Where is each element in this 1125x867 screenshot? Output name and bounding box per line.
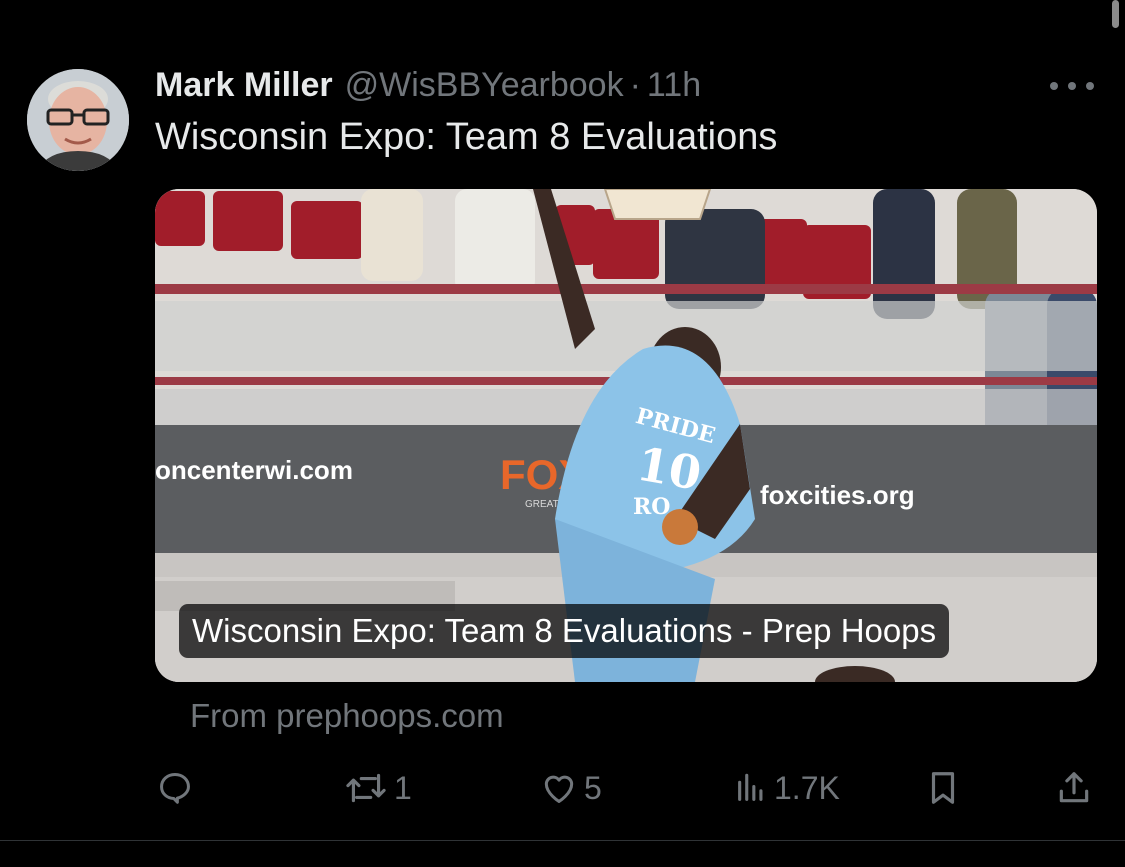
tweet-text: Wisconsin Expo: Team 8 Evaluations bbox=[155, 116, 778, 158]
like-count: 5 bbox=[584, 769, 602, 806]
banner-left-text: oncenterwi.com bbox=[155, 455, 353, 485]
share-button[interactable] bbox=[1055, 765, 1093, 811]
retweet-count: 1 bbox=[394, 769, 412, 806]
banner-right-text: foxcities.org bbox=[760, 480, 915, 510]
reply-button[interactable] bbox=[156, 765, 194, 811]
tweet-header: Mark Miller @WisBBYearbook · 11h bbox=[155, 63, 701, 107]
bookmark-button[interactable] bbox=[924, 765, 962, 811]
author-handle[interactable]: @WisBBYearbook bbox=[345, 66, 624, 105]
avatar[interactable] bbox=[27, 69, 129, 171]
reply-icon bbox=[160, 773, 190, 804]
card-source[interactable]: From prephoops.com bbox=[190, 697, 504, 735]
retweet-button[interactable]: 1 bbox=[344, 765, 412, 811]
bookmark-icon bbox=[931, 772, 955, 804]
timestamp[interactable]: 11h bbox=[647, 66, 701, 105]
views-count: 1.7K bbox=[774, 769, 840, 806]
tweet-actions: 1 5 1.7K bbox=[0, 765, 1125, 811]
views-icon bbox=[738, 773, 763, 801]
like-button[interactable]: 5 bbox=[540, 765, 602, 811]
views-button[interactable]: 1.7K bbox=[734, 765, 840, 811]
divider bbox=[0, 840, 1125, 841]
more-options-icon[interactable] bbox=[1050, 72, 1094, 100]
card-title: Wisconsin Expo: Team 8 Evaluations - Pre… bbox=[179, 604, 950, 658]
jersey-bottom-text: RO bbox=[633, 494, 670, 520]
tweet[interactable]: Mark Miller @WisBBYearbook · 11h Wiscons… bbox=[0, 0, 1125, 867]
retweet-icon bbox=[346, 773, 386, 803]
author-name[interactable]: Mark Miller bbox=[155, 66, 333, 105]
link-card[interactable]: oncenterwi.com FOX GREATER foxcities.org… bbox=[155, 189, 1097, 682]
jersey-number-text: 10 bbox=[633, 437, 705, 501]
separator-dot: · bbox=[629, 65, 641, 104]
heart-icon bbox=[544, 775, 574, 803]
basketball-net bbox=[603, 189, 712, 220]
share-icon bbox=[1059, 772, 1089, 803]
